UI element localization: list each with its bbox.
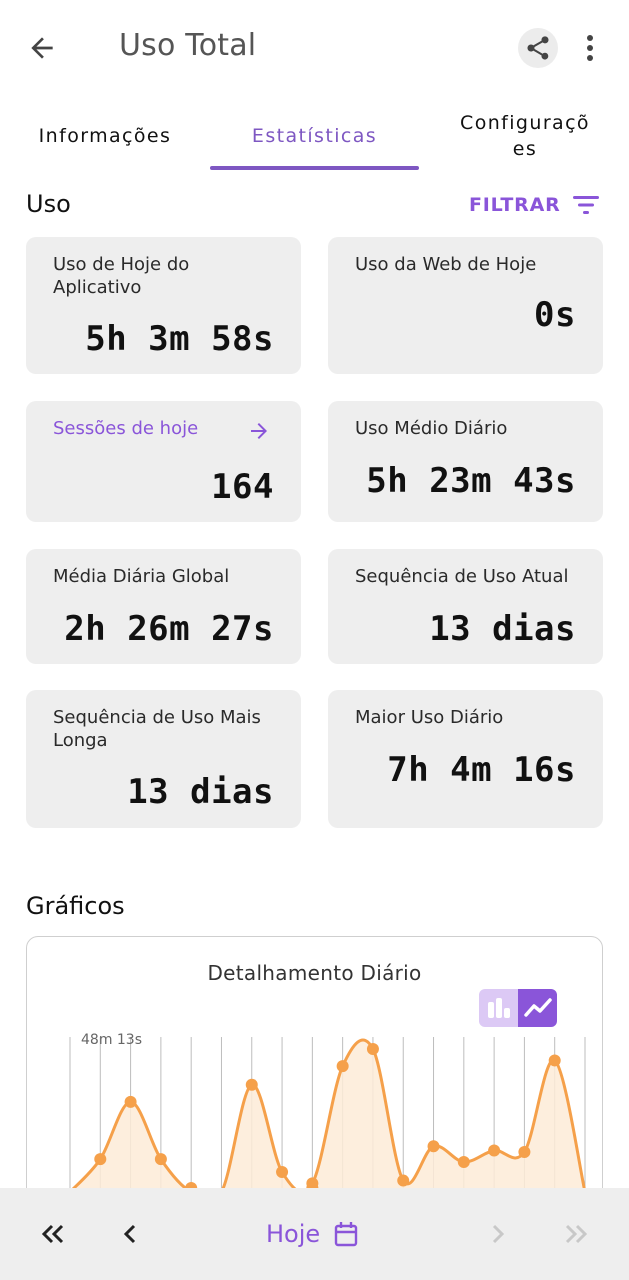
chart-data-point[interactable] bbox=[548, 1054, 561, 1067]
chart-data-point[interactable] bbox=[94, 1153, 107, 1166]
share-button[interactable] bbox=[518, 28, 558, 68]
stat-card-label: Uso da Web de Hoje bbox=[355, 254, 537, 275]
stat-card-value: 164 bbox=[211, 467, 274, 507]
next-period-button[interactable] bbox=[478, 1214, 518, 1254]
stat-card-label: Sequência de Uso Atual bbox=[355, 566, 569, 587]
stat-card-today-web-usage: Uso da Web de Hoje 0s bbox=[328, 237, 603, 374]
stat-card-value: 5h 3m 58s bbox=[85, 319, 274, 359]
date-navigation-bar: Hoje bbox=[0, 1188, 629, 1280]
stat-card-sessions-today[interactable]: Sessões de hoje 164 bbox=[26, 401, 301, 522]
tab-estatisticas[interactable]: Estatísticas bbox=[210, 100, 419, 172]
arrow-right-icon bbox=[247, 419, 271, 448]
stat-card-label: Média Diária Global bbox=[53, 566, 230, 587]
tab-configuracoes[interactable]: Configuraçõ es bbox=[440, 100, 610, 172]
bar-chart-toggle-button[interactable] bbox=[479, 989, 518, 1027]
date-picker-button[interactable]: Hoje bbox=[266, 1216, 358, 1252]
stat-card-longest-streak: Sequência de Uso Mais Longa 13 dias bbox=[26, 690, 301, 828]
filter-list-icon bbox=[572, 196, 599, 214]
double-chevron-right-icon bbox=[565, 1224, 588, 1244]
line-chart-toggle-button[interactable] bbox=[518, 989, 557, 1027]
filter-button[interactable]: FILTRAR bbox=[469, 190, 599, 220]
more-options-button[interactable] bbox=[574, 28, 606, 68]
chart-data-point[interactable] bbox=[124, 1095, 137, 1108]
chart-data-point[interactable] bbox=[397, 1174, 410, 1187]
bar-chart-icon bbox=[487, 998, 510, 1018]
stat-card-value: 13 dias bbox=[127, 772, 274, 812]
stat-card-label: Uso Médio Diário bbox=[355, 418, 508, 439]
first-period-button[interactable] bbox=[33, 1214, 73, 1254]
double-chevron-left-icon bbox=[41, 1224, 64, 1244]
chart-max-label: 48m 13s bbox=[81, 1032, 142, 1048]
tab-informacoes[interactable]: Informações bbox=[0, 100, 210, 172]
calendar-icon bbox=[334, 1222, 358, 1247]
stat-card-value: 13 dias bbox=[429, 609, 576, 649]
stat-card-value: 2h 26m 27s bbox=[64, 609, 274, 649]
more-vert-icon bbox=[587, 35, 593, 61]
line-chart-icon bbox=[523, 998, 552, 1017]
stat-card-global-daily-average: Média Diária Global 2h 26m 27s bbox=[26, 549, 301, 664]
chart-data-point[interactable] bbox=[245, 1078, 258, 1091]
chart-data-point[interactable] bbox=[457, 1155, 470, 1168]
tab-configuracoes-line2: es bbox=[512, 138, 538, 160]
charts-section-title: Gráficos bbox=[26, 892, 125, 920]
stat-card-label: Uso de Hoje do Aplicativo bbox=[53, 254, 190, 298]
chart-title: Detalhamento Diário bbox=[207, 961, 422, 985]
tab-configuracoes-line1: Configuraçõ bbox=[460, 112, 590, 134]
chart-data-point[interactable] bbox=[518, 1145, 531, 1158]
stat-card-value: 5h 23m 43s bbox=[366, 461, 576, 501]
chevron-right-icon bbox=[492, 1224, 505, 1244]
stat-card-value: 0s bbox=[534, 295, 576, 335]
stat-card-label: Sequência de Uso Mais Longa bbox=[53, 707, 261, 751]
arrow-left-icon bbox=[31, 37, 53, 59]
stat-card-value: 7h 4m 16s bbox=[387, 750, 576, 790]
back-button[interactable] bbox=[22, 28, 62, 68]
tab-indicator bbox=[210, 166, 419, 170]
chart-view-toggle bbox=[479, 989, 557, 1027]
previous-period-button[interactable] bbox=[110, 1214, 150, 1254]
chevron-left-icon bbox=[123, 1224, 136, 1244]
chart-data-point[interactable] bbox=[154, 1153, 167, 1166]
stat-card-highest-daily-usage: Maior Uso Diário 7h 4m 16s bbox=[328, 690, 603, 828]
usage-section-title: Uso bbox=[26, 190, 71, 218]
chart-data-point[interactable] bbox=[366, 1043, 379, 1055]
tab-bar: Informações Estatísticas Configuraçõ es bbox=[0, 100, 629, 172]
stat-card-current-streak: Sequência de Uso Atual 13 dias bbox=[328, 549, 603, 664]
filter-label: FILTRAR bbox=[469, 194, 561, 216]
app-bar: Uso Total bbox=[0, 0, 629, 96]
date-label: Hoje bbox=[266, 1220, 321, 1248]
chart-data-point[interactable] bbox=[427, 1140, 440, 1153]
share-icon bbox=[527, 36, 549, 60]
page-title: Uso Total bbox=[119, 28, 257, 63]
chart-data-point[interactable] bbox=[336, 1060, 349, 1073]
chart-data-point[interactable] bbox=[488, 1144, 501, 1157]
stat-card-label: Maior Uso Diário bbox=[355, 707, 504, 728]
stat-card-average-daily: Uso Médio Diário 5h 23m 43s bbox=[328, 401, 603, 522]
chart-data-point[interactable] bbox=[276, 1165, 289, 1178]
last-period-button[interactable] bbox=[556, 1214, 596, 1254]
stat-card-today-app-usage: Uso de Hoje do Aplicativo 5h 3m 58s bbox=[26, 237, 301, 374]
